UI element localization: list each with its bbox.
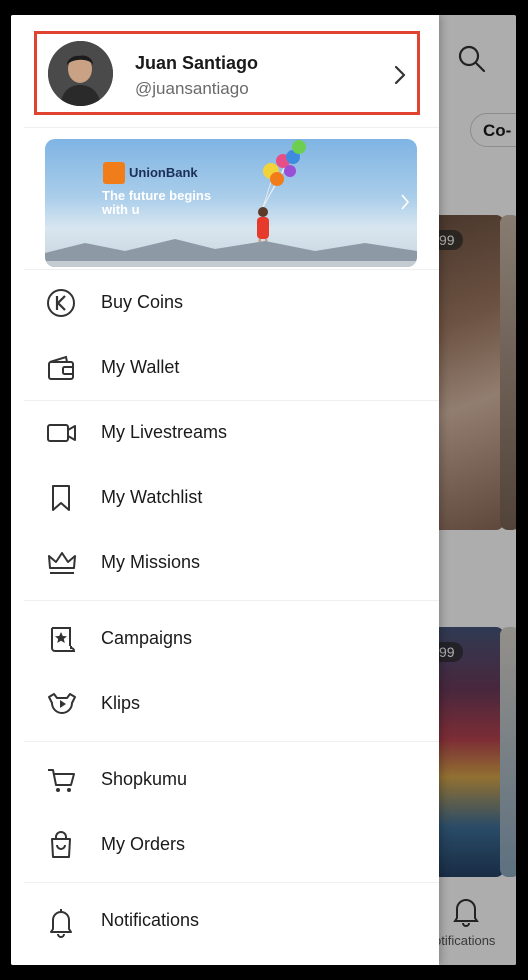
scroll-star-icon — [46, 624, 76, 654]
menu-item-klips[interactable]: Klips — [24, 675, 439, 731]
menu-item-my-wallet[interactable]: My Wallet — [24, 339, 439, 395]
menu-item-label: Klips — [101, 693, 141, 713]
banner-tagline: The future begins with u — [102, 188, 212, 217]
divider — [24, 741, 439, 742]
menu-item-label: My Watchlist — [101, 487, 203, 507]
wallet-icon — [46, 353, 76, 383]
profile-name: Juan Santiago — [135, 53, 259, 73]
divider — [24, 882, 439, 883]
menu-item-shopkumu[interactable]: Shopkumu — [24, 751, 439, 807]
banner-brand: UnionBank — [129, 165, 198, 180]
divider — [24, 400, 439, 401]
divider — [24, 127, 439, 128]
shopping-bag-icon — [46, 830, 76, 860]
crown-icon — [46, 548, 76, 578]
menu-item-buy-coins[interactable]: Buy Coins — [24, 274, 439, 330]
promo-banner[interactable]: UnionBank The future begins with u — [45, 139, 417, 267]
menu-item-label: My Wallet — [101, 357, 180, 377]
menu-item-label: My Livestreams — [101, 422, 228, 442]
coin-k-icon — [46, 288, 76, 318]
phone-screen: Co- 99 99 otifications Juan Santiago @ju… — [11, 15, 516, 965]
chevron-right-icon — [392, 64, 408, 91]
divider — [24, 600, 439, 601]
menu-item-notifications[interactable]: Notifications — [24, 892, 439, 948]
chevron-right-icon — [400, 193, 410, 216]
profile-handle: @juansantiago — [135, 79, 249, 98]
menu-item-label: Buy Coins — [101, 292, 184, 312]
menu-item-my-livestreams[interactable]: My Livestreams — [24, 404, 439, 460]
divider — [24, 269, 439, 270]
menu-item-label: My Orders — [101, 834, 186, 854]
unionbank-logo-icon — [103, 162, 125, 184]
menu-item-label: My Missions — [101, 552, 201, 572]
menu-item-campaigns[interactable]: Campaigns — [24, 610, 439, 666]
mountains-illustration — [45, 239, 417, 267]
play-face-icon — [46, 689, 76, 719]
profile-header[interactable]: Juan Santiago @juansantiago — [34, 31, 420, 115]
menu-item-label: Shopkumu — [101, 769, 188, 789]
video-camera-icon — [46, 418, 76, 448]
bell-icon — [46, 906, 76, 938]
menu-item-my-watchlist[interactable]: My Watchlist — [24, 469, 439, 525]
side-drawer: Juan Santiago @juansantiago UnionBank Th… — [11, 15, 439, 965]
bookmark-icon — [46, 483, 76, 513]
menu-item-label: Notifications — [101, 910, 200, 930]
menu-item-label: Campaigns — [101, 628, 193, 648]
cart-icon — [46, 765, 76, 795]
menu-item-my-missions[interactable]: My Missions — [24, 534, 439, 590]
avatar — [48, 41, 113, 106]
menu-item-my-orders[interactable]: My Orders — [24, 816, 439, 872]
